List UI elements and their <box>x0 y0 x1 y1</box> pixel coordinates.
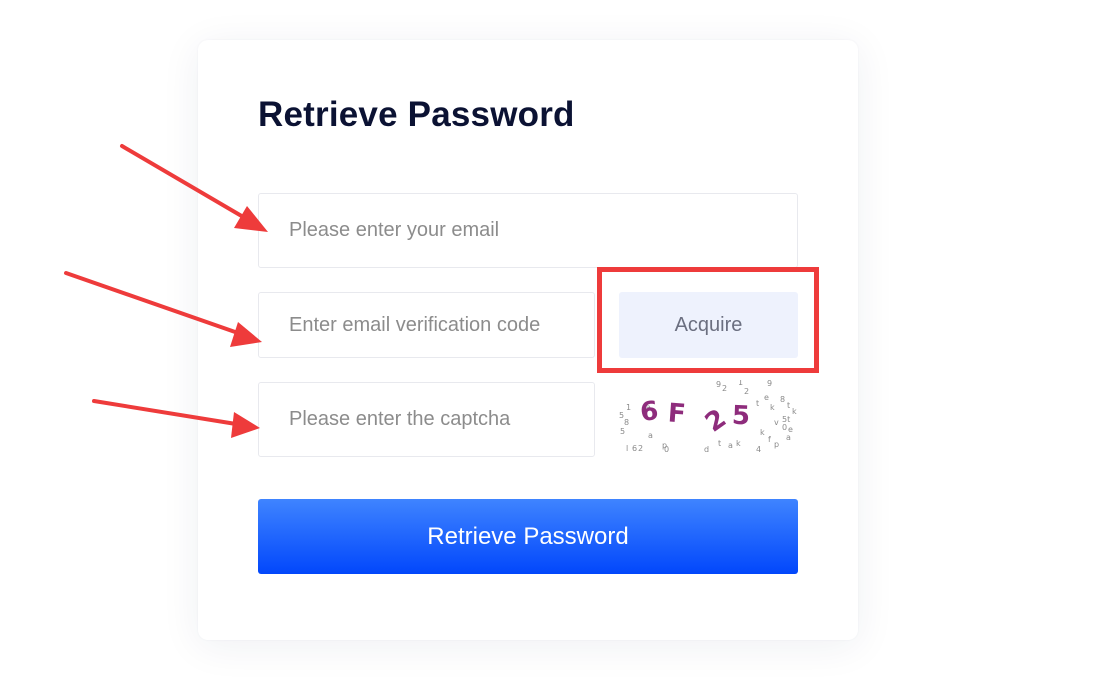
svg-text:8: 8 <box>624 418 629 427</box>
svg-text:9: 9 <box>767 380 772 388</box>
retrieve-password-card: Retrieve Password Acquire 9 1 2 9 2 e 8 … <box>198 40 858 640</box>
retrieve-password-button[interactable]: Retrieve Password <box>258 499 798 574</box>
svg-text:8: 8 <box>780 395 785 404</box>
page-title: Retrieve Password <box>258 95 575 134</box>
svg-text:1: 1 <box>738 380 743 387</box>
svg-text:v: v <box>774 418 779 427</box>
svg-text:a: a <box>786 433 791 442</box>
captcha-image[interactable]: 9 1 2 9 2 e 8 t k t k 1 5 8 5 a a p v 5t… <box>616 380 802 452</box>
email-field[interactable] <box>258 193 798 268</box>
svg-text:0: 0 <box>782 423 787 432</box>
svg-text:k: k <box>736 439 741 448</box>
svg-text:4: 4 <box>756 445 761 452</box>
captcha-characters: 6 F 2 5 <box>639 396 751 438</box>
svg-text:d: d <box>704 445 709 452</box>
svg-text:t: t <box>718 439 721 448</box>
svg-text:t: t <box>756 399 759 408</box>
svg-text:2: 2 <box>638 444 643 452</box>
svg-text:k: k <box>792 407 797 416</box>
svg-text:t: t <box>787 401 790 410</box>
svg-text:e: e <box>764 393 769 402</box>
svg-text:k: k <box>760 428 765 437</box>
svg-text:6: 6 <box>632 444 637 452</box>
svg-text:f: f <box>768 435 771 444</box>
svg-text:p: p <box>774 440 779 449</box>
svg-text:5: 5 <box>620 427 625 436</box>
svg-text:9: 9 <box>716 380 721 389</box>
svg-text:a: a <box>648 431 653 440</box>
captcha-char: 2 <box>700 404 732 439</box>
svg-text:k: k <box>770 403 775 412</box>
svg-text:0: 0 <box>664 445 669 452</box>
acquire-code-button[interactable]: Acquire <box>619 292 798 358</box>
captcha-char: 5 <box>731 401 750 432</box>
svg-text:2: 2 <box>744 387 749 396</box>
captcha-field[interactable] <box>258 382 595 457</box>
captcha-char: F <box>667 398 687 429</box>
svg-text:l: l <box>626 444 628 452</box>
svg-text:a: a <box>728 441 733 450</box>
svg-text:2: 2 <box>722 384 727 393</box>
verification-code-field[interactable] <box>258 292 595 358</box>
svg-text:1: 1 <box>626 403 631 412</box>
captcha-char: 6 <box>639 396 660 428</box>
